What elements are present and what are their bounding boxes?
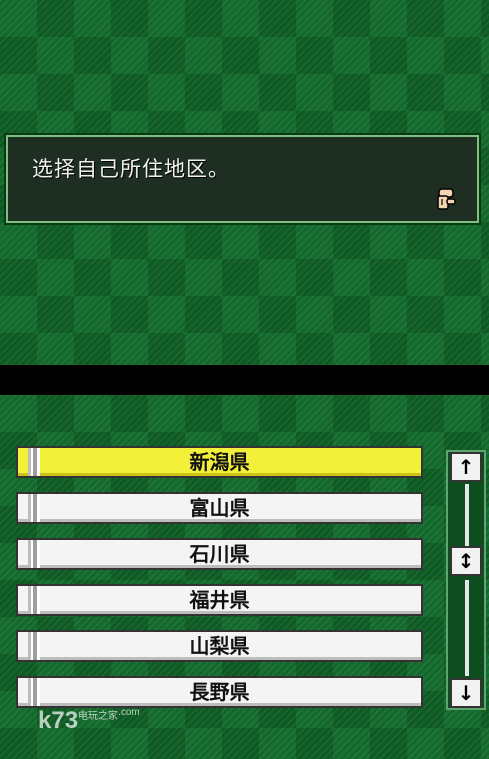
prefecture-item-6[interactable]: 長野県 (16, 676, 423, 708)
pointing-hand-icon (437, 188, 456, 210)
prefecture-label: 富山県 (189, 496, 250, 520)
scroll-thumb[interactable]: ↕ (450, 546, 482, 576)
prefecture-item-1[interactable]: 新潟県 (16, 446, 423, 478)
watermark-domain: .com (118, 707, 140, 718)
prefecture-label: 長野県 (189, 680, 250, 704)
screen-divider (0, 365, 489, 395)
prefecture-label: 山梨県 (189, 634, 250, 658)
prefecture-item-5[interactable]: 山梨県 (16, 630, 423, 662)
scroll-up-button[interactable]: ↑ (450, 452, 482, 482)
watermark-text: k73 (38, 707, 79, 734)
prefecture-item-3[interactable]: 石川県 (16, 538, 423, 570)
prefecture-label: 新潟県 (189, 450, 250, 474)
prefecture-item-4[interactable]: 福井県 (16, 584, 423, 616)
prefecture-label: 福井県 (189, 588, 250, 612)
prefecture-label: 石川県 (189, 542, 250, 566)
top-screen: 选择自己所住地区。 (0, 0, 489, 365)
scroll-track-lower[interactable] (465, 580, 469, 676)
message-text: 选择自己所住地区。 (32, 157, 230, 181)
scrollbar[interactable]: ↑ ↕ ↓ (446, 450, 486, 710)
message-box: 选择自己所住地区。 (4, 133, 481, 225)
scroll-down-button[interactable]: ↓ (450, 678, 482, 708)
prefecture-item-2[interactable]: 富山県 (16, 492, 423, 524)
watermark-sub: 电玩之家 (78, 711, 119, 722)
scroll-track-upper[interactable] (465, 484, 469, 546)
watermark-logo: k73电玩之家.com (38, 707, 140, 735)
